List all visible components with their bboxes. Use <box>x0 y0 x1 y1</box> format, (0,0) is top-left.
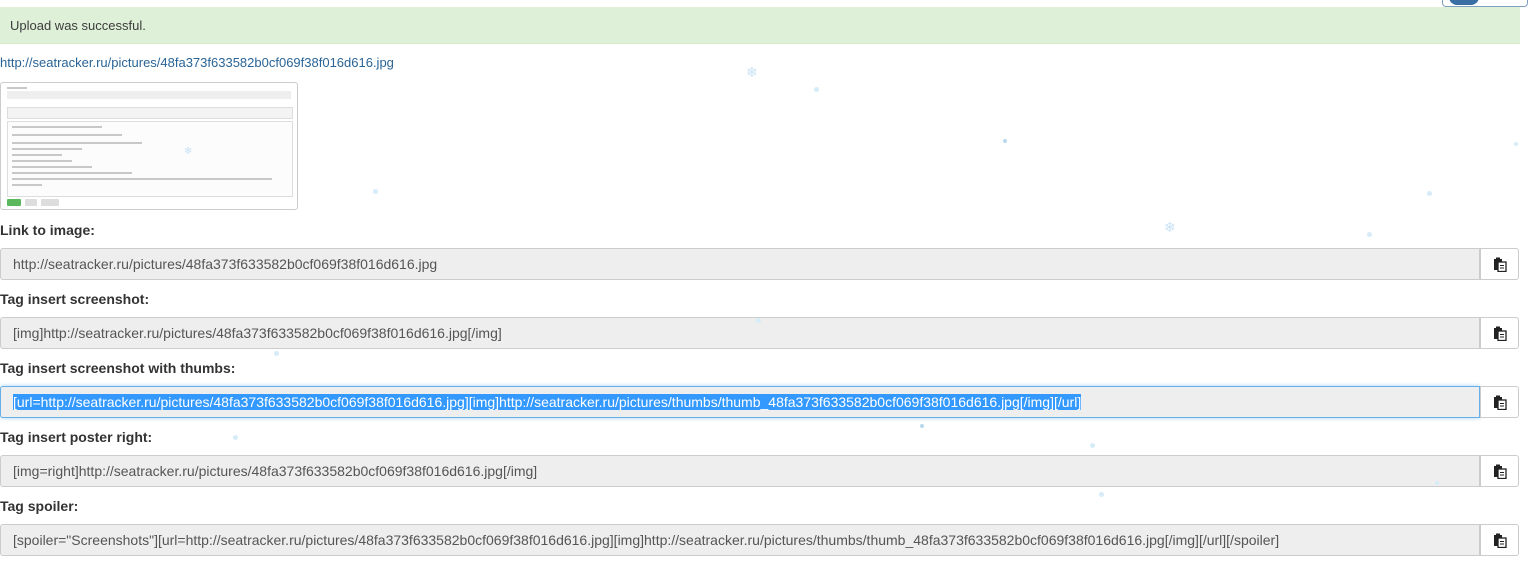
field-label-poster: Tag insert poster right: <box>0 429 153 445</box>
tag-poster-right-field[interactable]: [img=right]http://seatracker.ru/pictures… <box>0 455 1480 487</box>
selected-text: [url=http://seatracker.ru/pictures/48fa3… <box>13 394 1082 410</box>
snowflake-icon: ❄ <box>746 64 758 80</box>
image-thumbnail[interactable] <box>0 82 298 210</box>
copy-screenshot-tag-button[interactable] <box>1480 317 1519 349</box>
thumbnail-detail <box>12 178 272 180</box>
thumbnail-detail <box>25 199 37 206</box>
tag-screenshot-thumbs-field[interactable]: [url=http://seatracker.ru/pictures/48fa3… <box>0 386 1480 418</box>
thumbnail-detail <box>12 154 62 156</box>
snow-dot <box>920 424 924 428</box>
corner-toggle-knob <box>1449 0 1479 5</box>
thumbnail-detail <box>7 91 291 99</box>
corner-toggle-widget[interactable] <box>1442 0 1528 7</box>
tag-spoiler-field[interactable]: [spoiler="Screenshots"][url=http://seatr… <box>0 524 1480 556</box>
success-alert-text: Upload was successful. <box>10 18 146 33</box>
thumbnail-detail <box>12 126 102 128</box>
clipboard-icon <box>1493 326 1507 341</box>
copy-link-button[interactable] <box>1480 248 1519 280</box>
success-alert: Upload was successful. <box>0 7 1520 44</box>
snow-dot <box>1427 191 1432 196</box>
snow-dot <box>814 87 819 92</box>
field-label-spoiler: Tag spoiler: <box>0 498 79 514</box>
snow-dot <box>1514 142 1518 146</box>
snow-dot <box>233 435 238 440</box>
thumbnail-detail <box>7 121 293 197</box>
image-url-link[interactable]: http://seatracker.ru/pictures/48fa373f63… <box>0 55 394 70</box>
thumbnail-detail <box>12 142 142 144</box>
field-label-link: Link to image: <box>0 222 95 238</box>
thumbnail-detail <box>12 184 42 186</box>
copy-spoiler-tag-button[interactable] <box>1480 524 1519 556</box>
field-label-thumbs: Tag insert screenshot with thumbs: <box>0 360 236 376</box>
thumbnail-detail <box>12 160 72 162</box>
link-to-image-field[interactable]: http://seatracker.ru/pictures/48fa373f63… <box>0 248 1480 280</box>
copy-thumbs-tag-button[interactable] <box>1480 386 1519 418</box>
thumbnail-detail <box>12 172 132 174</box>
thumbnail-detail <box>12 134 122 136</box>
thumbnail-detail <box>7 199 21 206</box>
snow-dot <box>373 189 378 194</box>
snow-dot <box>1090 443 1095 448</box>
thumbnail-detail <box>41 199 59 206</box>
snow-dot <box>1003 139 1007 143</box>
thumbnail-detail <box>7 107 293 119</box>
snow-dot <box>1367 232 1372 237</box>
snowflake-icon: ❄ <box>1164 219 1176 235</box>
field-label-screenshot: Tag insert screenshot: <box>0 291 150 307</box>
clipboard-icon <box>1493 464 1507 479</box>
copy-poster-tag-button[interactable] <box>1480 455 1519 487</box>
clipboard-icon <box>1493 533 1507 548</box>
upload-result-page: Upload was successful. http://seatracker… <box>0 0 1540 563</box>
tag-screenshot-field[interactable]: [img]http://seatracker.ru/pictures/48fa3… <box>0 317 1480 349</box>
clipboard-icon <box>1493 257 1507 272</box>
thumbnail-detail <box>7 87 27 89</box>
clipboard-icon <box>1493 395 1507 410</box>
snow-dot <box>274 351 279 356</box>
thumbnail-detail <box>12 166 92 168</box>
thumbnail-detail <box>12 148 82 150</box>
snow-dot <box>1099 492 1104 497</box>
